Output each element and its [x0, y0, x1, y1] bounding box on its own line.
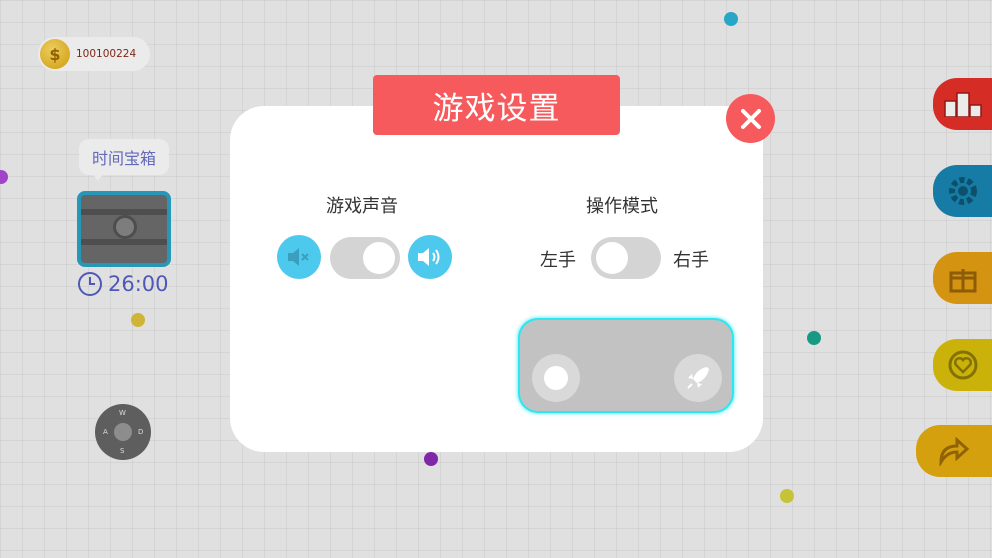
hand-mode-toggle-thumb	[596, 242, 628, 274]
hand-mode-toggle[interactable]	[591, 237, 661, 279]
preview-joystick-icon	[532, 354, 580, 402]
control-section-title: 操作模式	[586, 196, 658, 217]
right-hand-label: 右手	[673, 250, 709, 271]
sound-on-button[interactable]	[408, 235, 452, 279]
close-icon	[740, 108, 761, 129]
mute-icon	[288, 248, 309, 266]
rocket-icon	[674, 354, 722, 402]
volume-icon	[418, 248, 440, 266]
sound-section-title: 游戏声音	[326, 196, 398, 217]
close-button[interactable]	[726, 94, 775, 143]
sound-toggle[interactable]	[330, 237, 400, 279]
mute-button[interactable]	[277, 235, 321, 279]
dialog-title: 游戏设置	[373, 75, 620, 135]
left-hand-label: 左手	[540, 250, 576, 271]
sound-toggle-thumb	[363, 242, 395, 274]
control-layout-preview	[518, 318, 734, 413]
game-stage: $ 100100224 时间宝箱 26:00 W A D S 游戏设置 游戏声音…	[0, 0, 992, 558]
